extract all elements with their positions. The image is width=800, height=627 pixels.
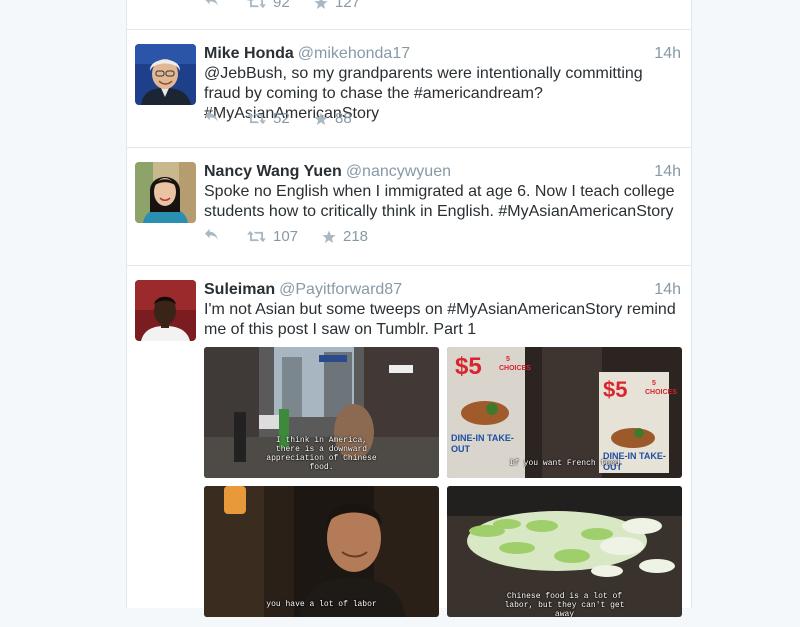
star-icon [322, 230, 336, 244]
user-handle[interactable]: @Payitforward87 [279, 281, 402, 298]
media-thumbnail[interactable]: you have a lot of labor [204, 486, 439, 617]
tweet-header: Mike Honda @mikehonda17 14h [204, 44, 681, 64]
reply-icon [204, 0, 219, 7]
retweet-icon [247, 230, 266, 243]
tweet[interactable]: Suleiman @Payitforward87 14h I'm not Asia… [127, 265, 691, 617]
video-subtitle: If you want French food [509, 459, 620, 468]
avatar[interactable] [135, 280, 196, 341]
sign-price: $5 [603, 377, 628, 402]
star-icon [314, 112, 328, 126]
user-fullname[interactable]: Suleiman [204, 281, 275, 298]
star-icon [314, 0, 328, 10]
video-subtitle: you have a lot of labor [266, 600, 377, 609]
sign-bottom: DINE-IN TAKE-OUT [451, 433, 514, 454]
reply-icon [204, 228, 219, 241]
favorite-button[interactable]: 218 [322, 228, 368, 245]
retweet-count: 107 [273, 228, 299, 245]
tweet-timestamp[interactable]: 14h [654, 280, 681, 300]
retweet-count: 92 [273, 0, 290, 11]
tweet-header: Suleiman @Payitforward87 14h [204, 280, 681, 300]
user-handle[interactable]: @nancywyuen [346, 163, 451, 180]
tweet-timestamp[interactable]: 14h [654, 162, 681, 182]
retweet-button[interactable]: 52 [247, 110, 290, 127]
avatar[interactable] [135, 162, 196, 223]
tweet[interactable]: Nancy Wang Yuen @nancywyuen 14h Spoke no … [127, 147, 691, 266]
tweet[interactable]: 92 127 [127, 0, 691, 30]
reply-icon [204, 110, 219, 123]
retweet-icon [247, 112, 266, 125]
favorite-count: 218 [343, 228, 369, 245]
reply-button[interactable] [204, 110, 219, 123]
favorite-count: 88 [335, 110, 352, 127]
user-handle[interactable]: @mikehonda17 [298, 45, 410, 62]
media-thumbnail[interactable]: Chinese food is a lot of labor, but they… [447, 486, 682, 617]
sign-choices: 5 CHOICES [499, 356, 531, 372]
retweet-button[interactable]: 107 [247, 228, 298, 245]
favorite-button[interactable]: 127 [314, 0, 360, 11]
tweet-text: I'm not Asian but some tweeps on #MyAsia… [204, 301, 676, 338]
timeline: 92 127 Mike Honda @mikehonda17 14h @JebB… [126, 0, 692, 617]
reply-button[interactable] [204, 0, 219, 7]
avatar[interactable] [135, 44, 196, 105]
video-subtitle: Chinese food is a lot of labor, but they… [504, 592, 625, 617]
favorite-count: 127 [335, 0, 361, 11]
retweet-count: 52 [273, 110, 290, 127]
reply-button[interactable] [204, 228, 219, 241]
tweet-timestamp[interactable]: 14h [654, 44, 681, 64]
sign-choices: 5 CHOICES [645, 380, 677, 396]
favorite-button[interactable]: 88 [314, 110, 352, 127]
retweet-icon [247, 0, 266, 9]
user-fullname[interactable]: Nancy Wang Yuen [204, 163, 342, 180]
media-thumbnail[interactable]: I think in America, there is a downward … [204, 347, 439, 478]
tweet-text: Spoke no English when I immigrated at ag… [204, 183, 675, 220]
tweet-header: Nancy Wang Yuen @nancywyuen 14h [204, 162, 681, 182]
retweet-button[interactable]: 92 [247, 0, 290, 11]
media-grid: I think in America, there is a downward … [204, 347, 682, 627]
video-subtitle: I think in America, there is a downward … [266, 436, 377, 472]
user-fullname[interactable]: Mike Honda [204, 45, 294, 62]
media-thumbnail[interactable]: $5 5 CHOICES DINE-IN TAKE-OUT $5 5 CHOIC… [447, 347, 682, 478]
sign-price: $5 [455, 353, 482, 380]
tweet[interactable]: Mike Honda @mikehonda17 14h @JebBush, so … [127, 29, 691, 148]
